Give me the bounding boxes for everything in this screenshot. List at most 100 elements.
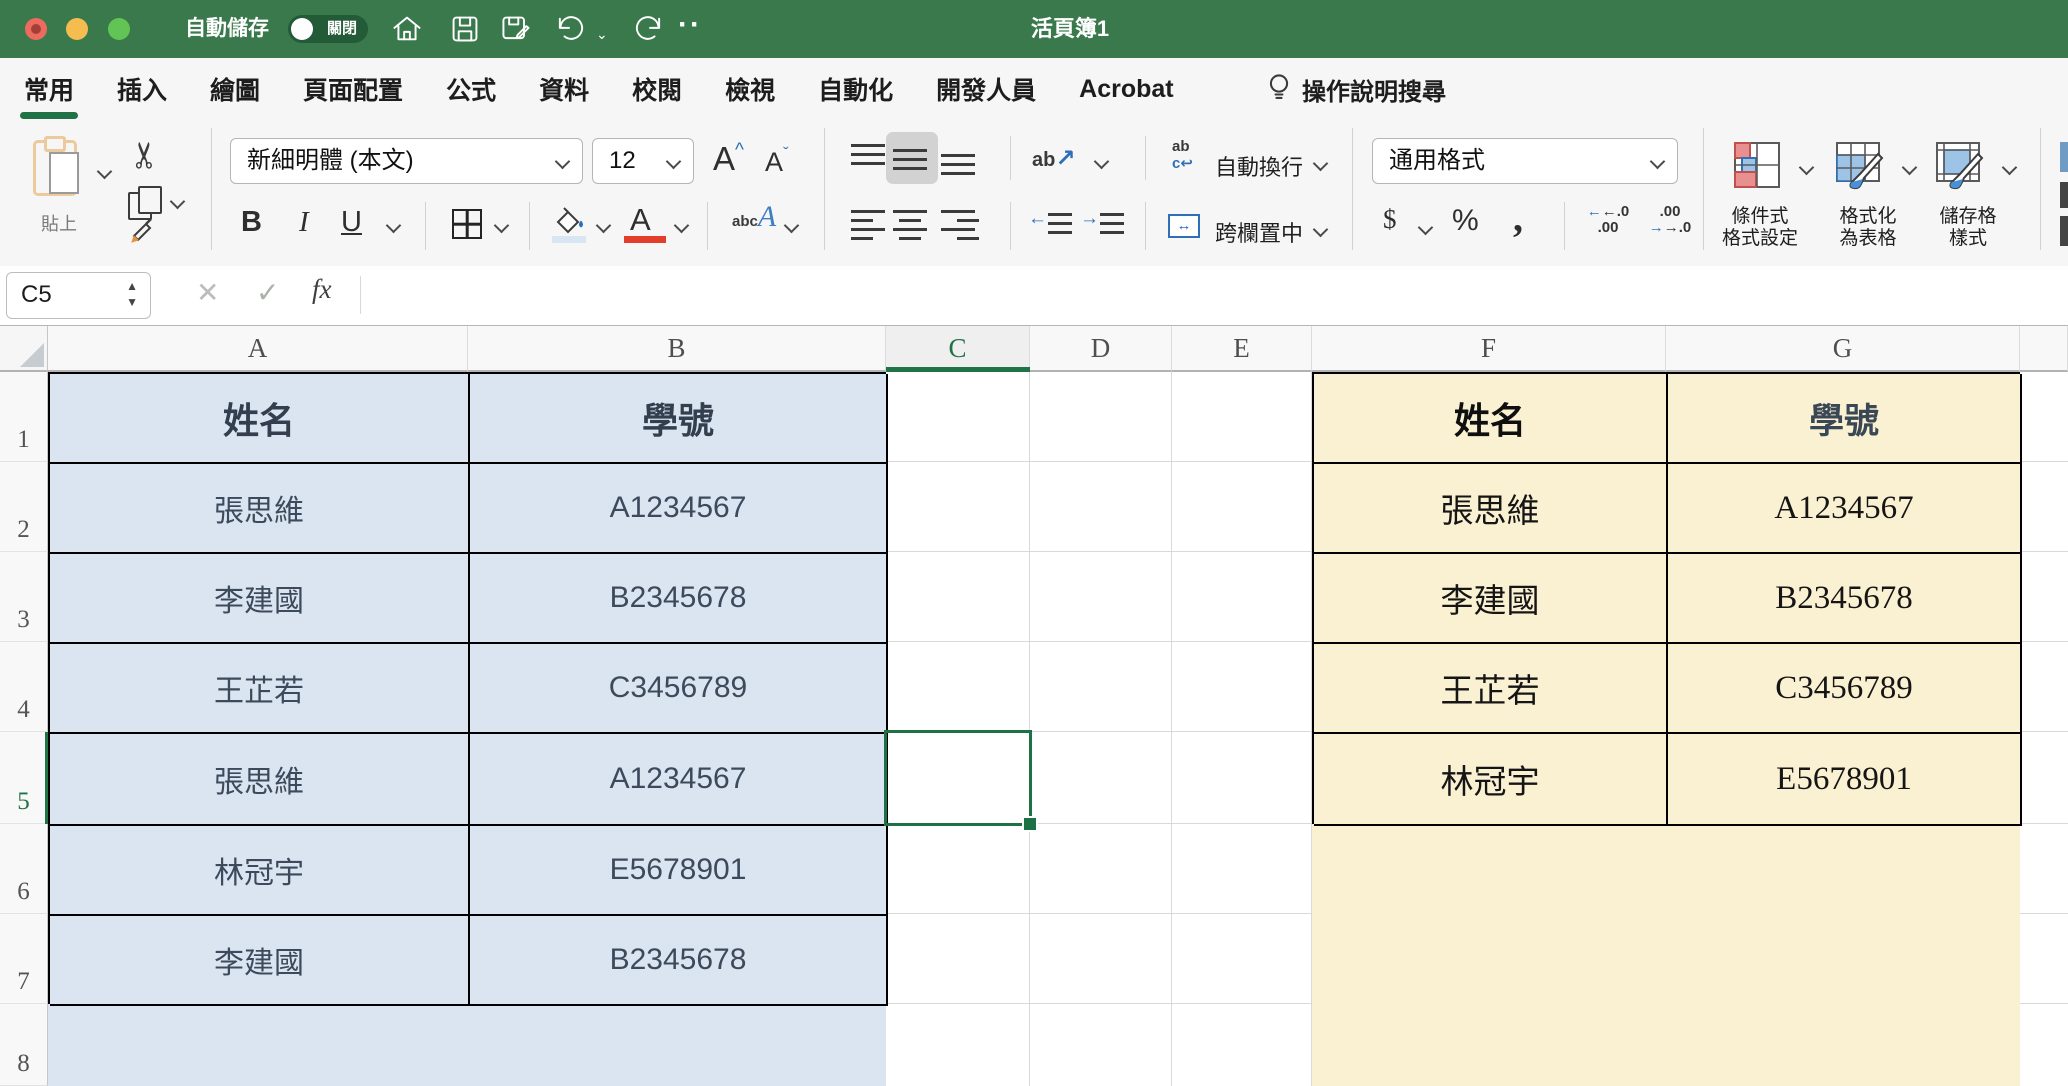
right-table-cell-F3-1[interactable]: B2345678 (1668, 554, 2022, 644)
row-header-3[interactable]: 3 (0, 552, 48, 642)
row-header-2[interactable]: 2 (0, 462, 48, 552)
right-table-cell-F2-0[interactable]: 張思維 (1314, 464, 1668, 554)
selected-cell-C5[interactable] (884, 730, 1032, 826)
left-table-cell-A1-1[interactable]: 學號 (470, 374, 888, 464)
tab-公式[interactable]: 公式 (444, 71, 498, 107)
column-header-C[interactable]: C (886, 326, 1030, 372)
name-box[interactable]: C5 ▲▼ (6, 272, 151, 319)
format-as-table-dropdown-icon[interactable] (1902, 160, 1918, 176)
fill-color-dropdown-icon[interactable] (596, 218, 612, 234)
left-table-cell-A4-1[interactable]: C3456789 (470, 644, 888, 734)
tab-頁面配置[interactable]: 頁面配置 (301, 71, 405, 107)
right-table-cell-F1-1[interactable]: 學號 (1668, 374, 2022, 464)
orientation-button[interactable]: ab↗ (1032, 144, 1075, 173)
merge-center-button[interactable]: 跨欄置中 (1215, 216, 1303, 248)
save-icon[interactable] (449, 13, 481, 45)
tab-繪圖[interactable]: 繪圖 (208, 71, 262, 107)
align-center-button[interactable] (893, 208, 931, 246)
cancel-icon[interactable]: ✕ (196, 276, 219, 309)
close-window-button[interactable] (25, 18, 47, 40)
minimize-window-button[interactable] (66, 18, 88, 40)
increase-decimal-button[interactable]: .00→→.0 (1642, 204, 1698, 236)
column-header-F[interactable]: F (1312, 326, 1666, 372)
undo-icon[interactable] (553, 13, 585, 45)
font-color-button[interactable]: A (630, 202, 651, 238)
left-table-cell-A3-1[interactable]: B2345678 (470, 554, 888, 644)
currency-button[interactable]: $ (1383, 204, 1397, 235)
left-table-cell-A3-0[interactable]: 李建國 (50, 554, 470, 644)
right-table-cell-F4-0[interactable]: 王芷若 (1314, 644, 1668, 734)
left-table-cell-A2-0[interactable]: 張思維 (50, 464, 470, 554)
column-header-G[interactable]: G (1666, 326, 2020, 372)
paste-dropdown-icon[interactable] (97, 164, 113, 180)
align-right-button[interactable] (941, 208, 979, 246)
left-table-fill-extension[interactable] (48, 1004, 886, 1086)
phonetic-dropdown-icon[interactable] (784, 218, 800, 234)
tell-me-search[interactable]: 操作說明搜尋 (1266, 58, 1446, 120)
row-header-4[interactable]: 4 (0, 642, 48, 732)
left-table-cell-A2-1[interactable]: A1234567 (470, 464, 888, 554)
underline-dropdown-icon[interactable] (386, 218, 402, 234)
right-table-cell-F3-0[interactable]: 李建國 (1314, 554, 1668, 644)
home-icon[interactable] (391, 13, 423, 45)
row-header-7[interactable]: 7 (0, 914, 48, 1004)
borders-dropdown-icon[interactable] (494, 218, 510, 234)
align-top-button[interactable] (851, 142, 889, 180)
tab-開發人員[interactable]: 開發人員 (934, 71, 1038, 107)
left-table-cell-A7-1[interactable]: B2345678 (470, 916, 888, 1006)
name-box-spinner[interactable]: ▲▼ (126, 278, 138, 310)
insert-function-icon[interactable]: fx (312, 274, 332, 305)
column-header-B[interactable]: B (468, 326, 886, 372)
currency-dropdown-icon[interactable] (1418, 220, 1434, 236)
right-table-cell-F5-0[interactable]: 林冠宇 (1314, 734, 1668, 826)
right-table-cell-F1-0[interactable]: 姓名 (1314, 374, 1668, 464)
decrease-decimal-button[interactable]: ←←.0.00 (1580, 204, 1636, 236)
align-left-button[interactable] (851, 208, 889, 246)
tab-資料[interactable]: 資料 (537, 71, 591, 107)
tab-常用[interactable]: 常用 (22, 71, 76, 107)
conditional-formatting-dropdown-icon[interactable] (1799, 160, 1815, 176)
undo-chevron-icon[interactable]: ⌄ (596, 26, 608, 43)
borders-button[interactable] (452, 209, 482, 239)
comma-style-button[interactable]: , (1513, 194, 1523, 241)
cut-button[interactable]: ✂ (130, 134, 160, 176)
fill-handle[interactable] (1022, 816, 1038, 832)
left-table-cell-A6-1[interactable]: E5678901 (470, 826, 888, 916)
row-header-6[interactable]: 6 (0, 824, 48, 914)
row-header-1[interactable]: 1 (0, 372, 48, 462)
tab-自動化[interactable]: 自動化 (816, 71, 895, 107)
more-commands-icon[interactable]: ·· (678, 8, 702, 42)
left-table-cell-A1-0[interactable]: 姓名 (50, 374, 470, 464)
phonetic-guide-button[interactable]: abcA (732, 200, 776, 234)
align-middle-button[interactable] (893, 142, 931, 180)
number-format-select[interactable]: 通用格式 (1372, 138, 1678, 184)
tab-插入[interactable]: 插入 (115, 71, 169, 107)
decrease-indent-button[interactable]: ← (1028, 210, 1072, 248)
row-header-8[interactable]: 8 (0, 1004, 48, 1086)
underline-button[interactable]: U (341, 206, 362, 239)
font-name-select[interactable]: 新細明體 (本文) (230, 138, 583, 184)
increase-indent-button[interactable]: → (1080, 210, 1124, 248)
cell-styles-dropdown-icon[interactable] (2002, 160, 2018, 176)
bold-button[interactable]: B (241, 206, 262, 239)
tab-校閱[interactable]: 校閱 (630, 71, 684, 107)
right-table-fill-extension[interactable] (1312, 824, 2020, 1086)
increase-font-size-button[interactable]: A^ (713, 140, 744, 178)
left-table-cell-A5-1[interactable]: A1234567 (470, 734, 888, 826)
left-table-cell-A4-0[interactable]: 王芷若 (50, 644, 470, 734)
left-table-cell-A7-0[interactable]: 李建國 (50, 916, 470, 1006)
redo-icon[interactable] (634, 13, 666, 45)
column-header-clipped[interactable] (2020, 326, 2068, 372)
left-table-cell-A6-0[interactable]: 林冠宇 (50, 826, 470, 916)
save-as-icon[interactable] (500, 13, 532, 45)
orientation-dropdown-icon[interactable] (1094, 154, 1110, 170)
wrap-dropdown-icon[interactable] (1313, 156, 1329, 172)
right-table-cell-F2-1[interactable]: A1234567 (1668, 464, 2022, 554)
font-size-select[interactable]: 12 (592, 138, 694, 184)
left-table-cell-A5-0[interactable]: 張思維 (50, 734, 470, 826)
right-table-cell-F4-1[interactable]: C3456789 (1668, 644, 2022, 734)
conditional-formatting-button[interactable]: 條件式格式設定 (1722, 206, 1798, 250)
format-painter-button[interactable] (124, 212, 160, 253)
merge-dropdown-icon[interactable] (1313, 222, 1329, 238)
select-all-corner[interactable] (0, 326, 48, 372)
